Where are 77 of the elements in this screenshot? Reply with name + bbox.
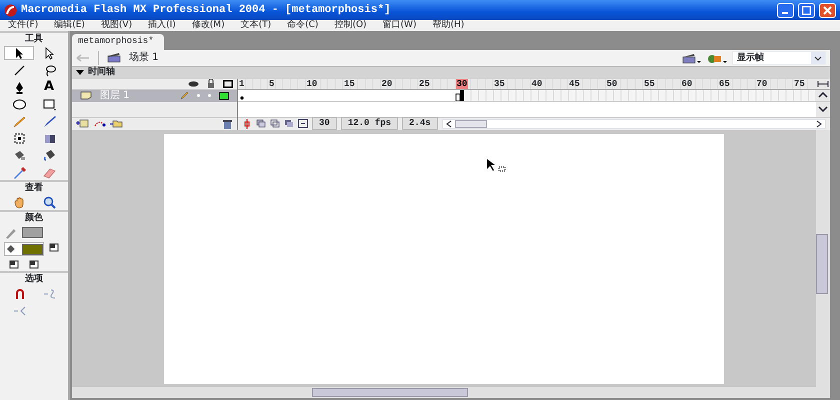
scroll-thumb[interactable]: [816, 234, 828, 294]
frame-view-icon[interactable]: [816, 78, 830, 88]
scroll-up-icon[interactable]: [818, 92, 828, 98]
add-guide-layer-icon[interactable]: [93, 119, 106, 128]
trash-icon[interactable]: [222, 118, 233, 128]
frame-number: 50: [606, 78, 618, 88]
add-layer-icon[interactable]: [76, 119, 89, 128]
toolbox-section-title: 颜色: [0, 210, 68, 224]
dot-icon[interactable]: [197, 94, 200, 97]
lock-icon[interactable]: [207, 79, 215, 88]
frame-number: 70: [756, 78, 768, 88]
menu-item[interactable]: 控制(O): [326, 20, 375, 31]
stroke-color-control[interactable]: [4, 225, 44, 239]
edit-frames-icon[interactable]: [284, 119, 294, 128]
frame-number: 55: [643, 78, 656, 88]
document-tab[interactable]: metamorphosis*: [72, 34, 164, 50]
text-tool[interactable]: A: [34, 80, 64, 94]
outline-color-icon[interactable]: [219, 92, 229, 100]
menu-item[interactable]: 插入(I): [140, 20, 184, 31]
timeline-title[interactable]: 时间轴: [88, 66, 115, 80]
toolbox-section-title: 选项: [0, 271, 68, 285]
minimize-button[interactable]: [777, 2, 794, 18]
frame-number: 65: [718, 78, 731, 88]
pencil-icon: [180, 91, 189, 100]
scroll-down-icon[interactable]: [818, 106, 828, 112]
maximize-button[interactable]: [798, 2, 815, 18]
menu-item[interactable]: 文本(T): [232, 20, 280, 31]
menu-item[interactable]: 修改(M): [184, 20, 233, 31]
close-icon: [823, 6, 832, 14]
elapsed-time: 2.4s: [402, 117, 438, 130]
frame-number: 35: [493, 78, 506, 88]
maximize-icon: [802, 6, 811, 14]
app-logo-icon: [4, 4, 17, 16]
menu-item[interactable]: 窗口(W): [374, 20, 424, 31]
edit-scene-icon[interactable]: [682, 52, 702, 64]
menu-item[interactable]: 命令(C): [279, 20, 326, 31]
frame-rate: 12.0 fps: [340, 117, 398, 130]
layer-icon: [80, 91, 92, 100]
scroll-thumb[interactable]: [312, 388, 468, 396]
cursor-icon: [486, 158, 506, 174]
frame-number: 15: [343, 78, 356, 88]
center-frame-icon[interactable]: [242, 118, 252, 128]
menu-item[interactable]: 编辑(E): [46, 20, 93, 31]
window-title: Macromedia Flash MX Professional 2004 - [metamorphosis*]: [21, 2, 391, 18]
outline-icon[interactable]: [223, 80, 233, 88]
frame-number: 60: [680, 78, 694, 88]
frame-number: 20: [380, 78, 394, 88]
frame-number: 75: [793, 78, 806, 88]
onion-skin-icon[interactable]: [256, 119, 266, 128]
frame-number: 45: [568, 78, 581, 88]
frame-number: 40: [530, 78, 544, 88]
collapse-arrow-icon[interactable]: [76, 70, 84, 76]
arrow-pointer-icon[interactable]: [4, 46, 34, 60]
frame-number: 1: [238, 78, 246, 88]
add-folder-icon[interactable]: [110, 119, 123, 128]
toolbox-section-title: 查看: [0, 180, 68, 194]
color-swatch[interactable]: [22, 244, 43, 254]
close-button[interactable]: [819, 2, 836, 18]
eye-icon[interactable]: [188, 80, 199, 86]
horizontal-scrollbar[interactable]: [442, 118, 826, 128]
color-swatch[interactable]: [22, 226, 43, 238]
menu-item[interactable]: 文件(F): [0, 20, 46, 31]
view-dropdown[interactable]: 显示帧: [732, 50, 826, 64]
onion-outline-icon[interactable]: [270, 119, 280, 128]
scroll-thumb[interactable]: [454, 120, 487, 128]
frame-number: 5: [268, 78, 276, 88]
menu-item[interactable]: 视图(V): [92, 20, 140, 31]
frame-number: 25: [418, 78, 431, 88]
fill-color-control[interactable]: [4, 242, 44, 256]
menu-item[interactable]: 帮助(H): [424, 20, 472, 31]
current-frame: 30: [312, 117, 337, 130]
dot-icon[interactable]: [208, 94, 211, 97]
layer-name: 图层 1: [100, 89, 130, 103]
scene-label: 场景 1: [129, 50, 159, 65]
frame-number: 10: [306, 78, 318, 88]
onion-markers-icon[interactable]: [298, 119, 308, 128]
scene-icon: [107, 52, 121, 63]
